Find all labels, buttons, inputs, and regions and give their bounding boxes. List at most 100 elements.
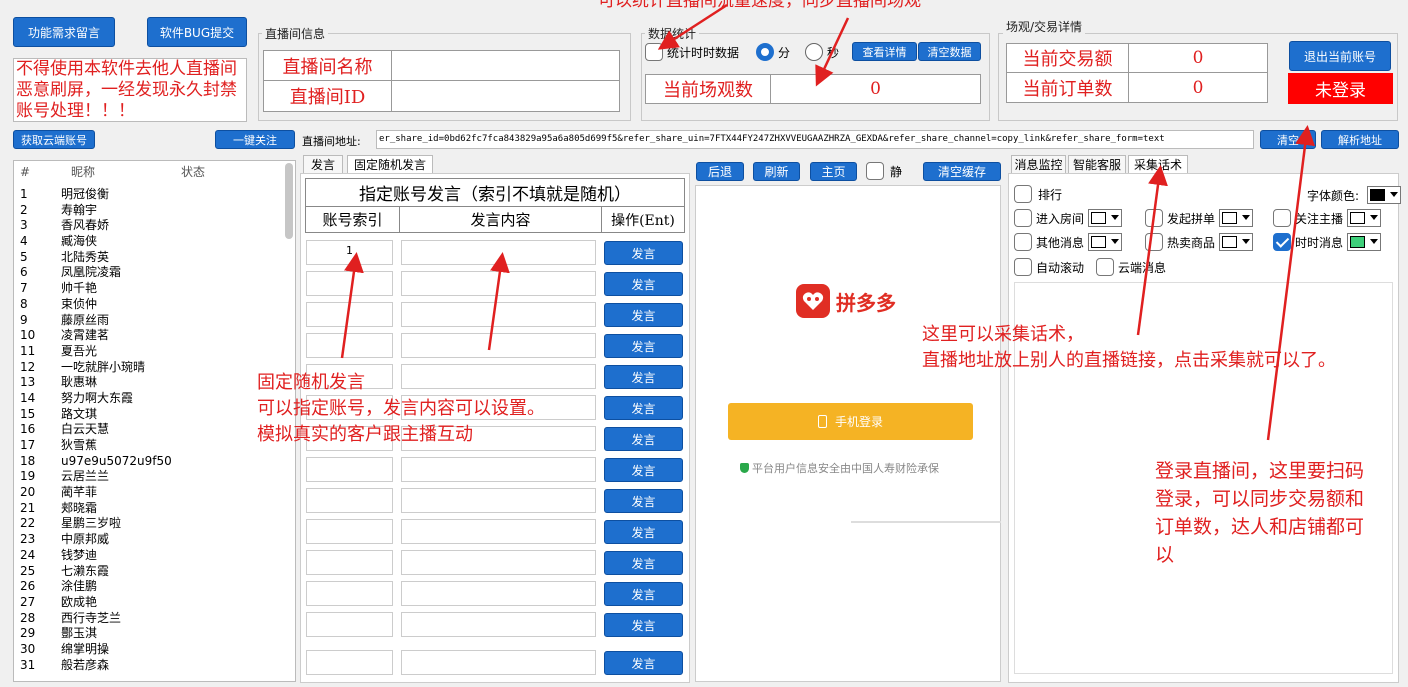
send-button[interactable]: 发言 <box>604 427 683 451</box>
rank-checkbox[interactable] <box>1014 185 1032 203</box>
account-row[interactable]: 9 藤原丝雨 <box>14 313 295 329</box>
account-row[interactable]: 16 白云天慧 <box>14 422 295 438</box>
account-row[interactable]: 11 夏吾光 <box>14 344 295 360</box>
account-row[interactable]: 15 路文琪 <box>14 407 295 423</box>
send-button[interactable]: 发言 <box>604 489 683 513</box>
speak-content-input[interactable] <box>401 550 596 575</box>
font-color-select[interactable] <box>1367 186 1402 204</box>
follow-host-color[interactable] <box>1347 209 1382 227</box>
account-index-input[interactable] <box>306 612 393 637</box>
feature-request-button[interactable]: 功能需求留言 <box>13 17 115 47</box>
account-row[interactable]: 14 努力啊大东霞 <box>14 391 295 407</box>
mute-checkbox[interactable] <box>866 162 884 180</box>
account-index-input[interactable] <box>306 550 393 575</box>
send-button[interactable]: 发言 <box>604 241 683 265</box>
account-index-input[interactable] <box>306 519 393 544</box>
send-button[interactable]: 发言 <box>604 303 683 327</box>
account-index-input[interactable] <box>306 302 393 327</box>
enter-room-option[interactable]: 进入房间 <box>1014 209 1123 227</box>
view-details-button[interactable]: 查看详情 <box>852 42 917 61</box>
bug-report-button[interactable]: 软件BUG提交 <box>147 17 247 47</box>
tab-speak[interactable]: 发言 <box>303 155 343 173</box>
cloud-msg-option[interactable]: 云端消息 <box>1096 258 1166 276</box>
group-buy-checkbox[interactable] <box>1145 209 1163 227</box>
other-msg-option[interactable]: 其他消息 <box>1014 233 1123 251</box>
account-row[interactable]: 31 般若彦森 <box>14 658 295 674</box>
account-row[interactable]: 21 郏晓霜 <box>14 501 295 517</box>
follow-host-option[interactable]: 关注主播 <box>1273 209 1382 227</box>
unit-minute-radio[interactable]: 分 <box>756 42 790 62</box>
realtime-msg-color[interactable] <box>1347 233 1382 251</box>
home-button[interactable]: 主页 <box>810 162 857 181</box>
speak-content-input[interactable] <box>401 581 596 606</box>
send-button[interactable]: 发言 <box>604 396 683 420</box>
clear-url-button[interactable]: 清空 <box>1260 130 1316 149</box>
send-button[interactable]: 发言 <box>604 272 683 296</box>
room-name-field[interactable] <box>391 50 620 81</box>
speak-content-input[interactable] <box>401 333 596 358</box>
rank-option[interactable]: 排行 <box>1014 185 1062 203</box>
speak-content-input[interactable] <box>401 650 596 675</box>
account-row[interactable]: 3 香风春娇 <box>14 218 295 234</box>
send-button[interactable]: 发言 <box>604 582 683 606</box>
tab-message-monitor[interactable]: 消息监控 <box>1011 155 1066 173</box>
other-msg-color[interactable] <box>1088 233 1123 251</box>
realtime-msg-option[interactable]: 时时消息 <box>1273 233 1382 251</box>
speak-content-input[interactable] <box>401 240 596 265</box>
speak-content-input[interactable] <box>401 271 596 296</box>
browser-view[interactable]: 拼多多 手机登录 平台用户信息安全由中国人寿财险承保 <box>695 185 1001 682</box>
auto-scroll-checkbox[interactable] <box>1014 258 1032 276</box>
phone-login-button[interactable]: 手机登录 <box>728 403 973 440</box>
account-index-input[interactable] <box>306 650 393 675</box>
cloud-msg-checkbox[interactable] <box>1096 258 1114 276</box>
clear-cache-button[interactable]: 清空缓存 <box>923 162 1001 181</box>
account-row[interactable]: 29 酆玉淇 <box>14 626 295 642</box>
account-index-input[interactable] <box>306 457 393 482</box>
realtime-checkbox[interactable] <box>645 43 663 61</box>
room-url-input[interactable]: er_share_id=0bd62fc7fca843829a95a6a805d6… <box>376 130 1254 149</box>
account-row[interactable]: 23 中原邦威 <box>14 532 295 548</box>
send-button[interactable]: 发言 <box>604 651 683 675</box>
back-button[interactable]: 后退 <box>696 162 744 181</box>
account-index-input[interactable] <box>306 581 393 606</box>
tab-fixed-random-speak[interactable]: 固定随机发言 <box>347 155 433 173</box>
account-row[interactable]: 30 绵掌明操 <box>14 642 295 658</box>
other-msg-checkbox[interactable] <box>1014 233 1032 251</box>
account-row[interactable]: 12 一吃就胖小琬晴 <box>14 360 295 376</box>
room-id-field[interactable] <box>391 80 620 112</box>
account-row[interactable]: 27 欧成艳 <box>14 595 295 611</box>
account-row[interactable]: 17 狄雪蕉 <box>14 438 295 454</box>
send-button[interactable]: 发言 <box>604 613 683 637</box>
speak-content-input[interactable] <box>401 612 596 637</box>
account-row[interactable]: 19 云居兰兰 <box>14 469 295 485</box>
account-row[interactable]: 18 u97e9u5072u9f50 <box>14 454 295 470</box>
hot-goods-option[interactable]: 热卖商品 <box>1145 233 1254 251</box>
speak-content-input[interactable] <box>401 457 596 482</box>
refresh-button[interactable]: 刷新 <box>753 162 800 181</box>
account-row[interactable]: 2 寿翰宇 <box>14 203 295 219</box>
send-button[interactable]: 发言 <box>604 458 683 482</box>
account-row[interactable]: 8 束侦仲 <box>14 297 295 313</box>
hot-goods-color[interactable] <box>1219 233 1254 251</box>
enter-room-color[interactable] <box>1088 209 1123 227</box>
account-row[interactable]: 28 西行寺芝兰 <box>14 611 295 627</box>
account-row[interactable]: 5 北陆秀英 <box>14 250 295 266</box>
account-row[interactable]: 26 涂佳鹏 <box>14 579 295 595</box>
account-row[interactable]: 25 七濑东霞 <box>14 564 295 580</box>
account-index-input[interactable] <box>306 488 393 513</box>
tab-collect-scripts[interactable]: 采集话术 <box>1128 155 1188 173</box>
parse-url-button[interactable]: 解析地址 <box>1321 130 1399 149</box>
one-click-follow-button[interactable]: 一键关注 <box>215 130 295 149</box>
send-button[interactable]: 发言 <box>604 520 683 544</box>
account-row[interactable]: 7 帅千艳 <box>14 281 295 297</box>
list-scrollbar[interactable] <box>285 163 293 239</box>
account-row[interactable]: 6 凤凰院凌霜 <box>14 265 295 281</box>
hot-goods-checkbox[interactable] <box>1145 233 1163 251</box>
unit-second-radio[interactable]: 秒 <box>805 42 839 62</box>
mute-option[interactable]: 静 <box>866 162 902 180</box>
speak-content-input[interactable] <box>401 302 596 327</box>
clear-data-button[interactable]: 清空数据 <box>918 42 981 61</box>
account-index-input[interactable] <box>306 333 393 358</box>
tab-smart-service[interactable]: 智能客服 <box>1068 155 1126 173</box>
account-row[interactable]: 24 钱梦迪 <box>14 548 295 564</box>
